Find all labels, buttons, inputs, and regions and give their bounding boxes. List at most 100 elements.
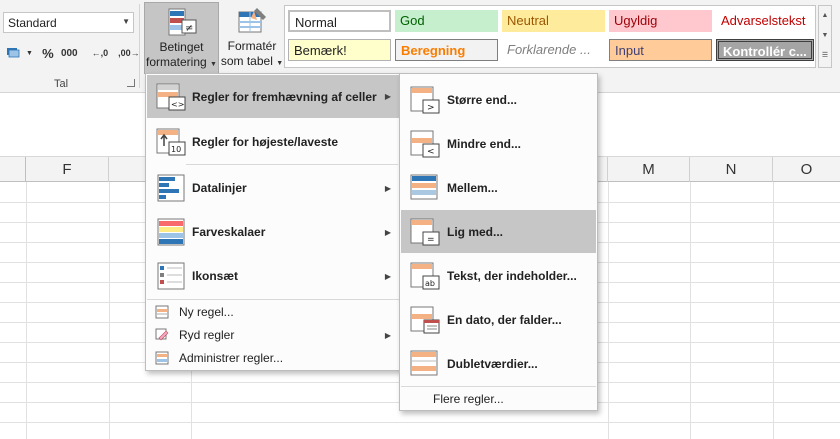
thousands-separator-button[interactable]: 000 xyxy=(61,48,78,59)
submenu-arrow-icon: ▶ xyxy=(384,227,391,237)
text-contains-icon: ab xyxy=(410,262,440,289)
menu-item-label: Tekst, der indeholder... xyxy=(447,268,577,283)
chevron-down-icon[interactable]: ▼ xyxy=(819,26,831,46)
menu-item-icon-sets[interactable]: Ikonsæt ▶ xyxy=(147,255,399,297)
menu-item-label: Ikonsæt xyxy=(192,269,239,283)
submenu-arrow-icon: ▶ xyxy=(384,330,391,340)
top-bottom-rules-icon: 10 xyxy=(156,128,186,156)
menu-item-top-bottom-rules[interactable]: 10 Regler for højeste/laveste xyxy=(147,121,399,163)
submenu-arrow-icon: ▶ xyxy=(384,92,391,101)
svg-text:>: > xyxy=(427,103,435,113)
duplicate-values-icon xyxy=(410,350,438,375)
less-than-icon: < xyxy=(410,130,440,157)
conditional-formatting-menu: <> Regler for fremhævning af celler ▶ 10… xyxy=(145,73,401,371)
menu-item-color-scales[interactable]: Farveskalaer ▶ xyxy=(147,211,399,253)
highlight-rules-icon: <> xyxy=(156,83,186,110)
submenu-item-more-rules[interactable]: Flere regler... xyxy=(401,388,596,410)
menu-item-new-rule[interactable]: Ny regel... xyxy=(147,301,399,323)
conditional-formatting-button[interactable]: ≠ Betinget formatering ▼ xyxy=(144,2,219,74)
menu-item-label: Dubletværdier... xyxy=(447,356,538,371)
chevron-up-icon[interactable]: ▲ xyxy=(819,6,831,26)
number-format-value: Standard xyxy=(8,16,57,30)
submenu-item-equal-to[interactable]: = Lig med... xyxy=(401,210,596,253)
column-header-f[interactable]: F xyxy=(26,157,109,182)
svg-text:<>: <> xyxy=(171,100,184,109)
between-icon xyxy=(410,174,438,199)
style-good[interactable]: God xyxy=(395,10,498,32)
number-format-buttons: ▼ % 000 ←,0 ,00→ xyxy=(6,44,140,62)
menu-item-manage-rules[interactable]: Administrer regler... xyxy=(147,347,399,369)
column-header-n[interactable]: N xyxy=(690,157,773,182)
svg-text:=: = xyxy=(427,235,435,245)
style-warning-text[interactable]: Advarselstekst xyxy=(716,10,814,32)
format-as-table-button[interactable]: Formatér som tabel ▼ xyxy=(220,2,284,74)
color-scales-icon xyxy=(157,218,185,246)
dialog-launcher-icon[interactable] xyxy=(127,79,135,87)
menu-item-label: Mellem... xyxy=(447,180,498,195)
chevron-down-icon: ▼ xyxy=(210,61,217,68)
conditional-formatting-icon: ≠ xyxy=(168,8,196,36)
menu-item-label: En dato, der falder... xyxy=(447,312,562,327)
chevron-down-icon: ▼ xyxy=(276,60,284,67)
submenu-item-duplicate-values[interactable]: Dubletværdier... xyxy=(401,342,596,385)
number-group-label: Tal xyxy=(54,78,69,90)
accounting-format-icon[interactable] xyxy=(6,45,22,62)
styles-scrollbar[interactable]: ▲ ▼ ☰ xyxy=(818,5,832,68)
style-calculation[interactable]: Beregning xyxy=(395,39,498,61)
style-normal[interactable]: Normal xyxy=(288,10,391,32)
submenu-item-greater-than[interactable]: > Større end... xyxy=(401,78,596,121)
submenu-item-date-occurring[interactable]: En dato, der falder... xyxy=(401,298,596,341)
equal-to-icon: = xyxy=(410,218,440,245)
data-bars-icon xyxy=(157,174,185,202)
menu-item-data-bars[interactable]: Datalinjer ▶ xyxy=(147,167,399,209)
chevron-down-icon[interactable]: ▼ xyxy=(122,17,130,26)
menu-item-label: Flere regler... xyxy=(433,392,504,406)
menu-item-label: Ryd regler xyxy=(179,328,235,342)
column-header-o[interactable]: O xyxy=(773,157,840,182)
submenu-item-less-than[interactable]: < Mindre end... xyxy=(401,122,596,165)
gridline xyxy=(608,182,609,439)
decrease-decimal-button[interactable]: ,00→ xyxy=(118,48,140,58)
style-check-cell[interactable]: Kontrollér c... xyxy=(716,39,814,61)
group-separator xyxy=(139,4,140,88)
submenu-item-text-contains[interactable]: ab Tekst, der indeholder... xyxy=(401,254,596,297)
menu-item-clear-rules[interactable]: Ryd regler ▶ xyxy=(147,324,399,346)
gridline xyxy=(690,182,691,439)
conditional-formatting-line2: formatering xyxy=(146,55,207,69)
more-icon[interactable]: ☰ xyxy=(819,46,831,66)
date-occurring-icon xyxy=(410,306,440,333)
highlight-cells-rules-submenu: > Større end... < Mindre end... Mellem..… xyxy=(399,73,598,411)
gridline xyxy=(773,182,774,439)
percent-style-button[interactable]: % xyxy=(41,46,55,61)
chevron-down-icon[interactable]: ▼ xyxy=(26,50,33,57)
new-rule-icon xyxy=(155,305,169,319)
increase-decimal-button[interactable]: ←,0 xyxy=(92,48,109,58)
style-explanatory[interactable]: Forklarende ... xyxy=(502,39,605,61)
icon-sets-icon xyxy=(157,262,185,290)
column-header-m[interactable]: M xyxy=(608,157,690,182)
conditional-formatting-line1: Betinget xyxy=(159,40,204,54)
submenu-item-between[interactable]: Mellem... xyxy=(401,166,596,209)
menu-item-highlight-cells-rules[interactable]: <> Regler for fremhævning af celler ▶ xyxy=(147,75,399,118)
format-as-table-line1: Formatér xyxy=(227,39,277,53)
gridline xyxy=(0,422,840,423)
gridline xyxy=(109,182,110,439)
style-note[interactable]: Bemærk! xyxy=(288,39,391,61)
manage-rules-icon xyxy=(155,351,169,365)
menu-item-label: Administrer regler... xyxy=(179,351,284,365)
svg-text:≠: ≠ xyxy=(185,23,193,34)
svg-text:<: < xyxy=(427,147,435,157)
menu-item-label: Lig med... xyxy=(447,224,504,239)
submenu-arrow-icon: ▶ xyxy=(384,183,391,193)
menu-separator xyxy=(401,386,596,387)
style-neutral[interactable]: Neutral xyxy=(502,10,605,32)
menu-item-label: Datalinjer xyxy=(192,181,247,195)
style-bad[interactable]: Ugyldig xyxy=(609,10,712,32)
select-all-corner[interactable] xyxy=(0,157,26,182)
menu-item-label: Farveskalaer xyxy=(192,225,266,239)
style-input[interactable]: Input xyxy=(609,39,712,61)
menu-separator xyxy=(186,164,398,165)
menu-item-label: Større end... xyxy=(447,92,518,107)
greater-than-icon: > xyxy=(410,86,440,113)
number-format-dropdown[interactable]: Standard ▼ xyxy=(3,12,134,33)
